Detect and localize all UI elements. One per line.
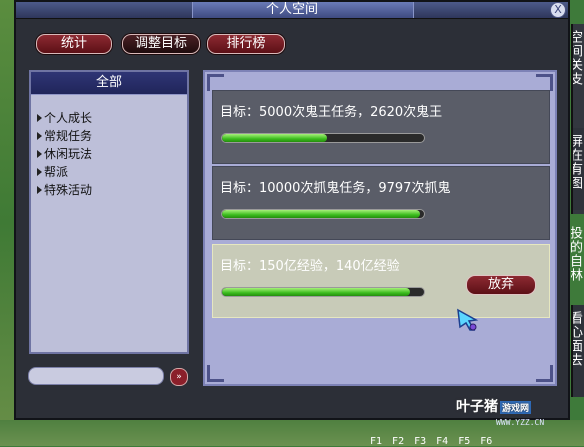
- hotkey-f2[interactable]: F2: [392, 436, 404, 447]
- tab-leaderboard[interactable]: 排行榜: [207, 34, 285, 54]
- hotkey-f5[interactable]: F5: [458, 436, 470, 447]
- title-bar[interactable]: 个人空间 X: [16, 2, 568, 19]
- cursor-pointer-icon: [457, 308, 479, 331]
- expand-arrow-icon: [37, 132, 42, 140]
- category-item-regular-tasks[interactable]: 常规任务: [37, 127, 187, 145]
- category-label: 个人成长: [44, 111, 93, 125]
- hotkey-f6[interactable]: F6: [480, 436, 492, 447]
- category-label: 帮派: [44, 165, 69, 179]
- abandon-button[interactable]: 放弃: [466, 275, 536, 295]
- goal-card[interactable]: 目标：10000次抓鬼任务，9797次抓鬼: [212, 166, 550, 240]
- corner-ornament: [536, 74, 553, 91]
- tab-adjust-goals[interactable]: 调整目标: [122, 34, 200, 54]
- game-world-left: [0, 0, 14, 446]
- goal-progress-bar: [221, 133, 425, 143]
- category-label: 常规任务: [44, 129, 93, 143]
- watermark-badge: 游戏网: [500, 400, 532, 414]
- hotkey-bar: F1 F2 F3 F4 F5 F6: [370, 436, 584, 447]
- close-button[interactable]: X: [550, 2, 566, 18]
- expand-arrow-icon: [37, 168, 42, 176]
- goal-card[interactable]: 目标：5000次鬼王任务，2620次鬼王: [212, 90, 550, 164]
- goal-progress-bar: [221, 287, 425, 297]
- expand-arrow-icon: [37, 150, 42, 158]
- hotkey-f3[interactable]: F3: [414, 436, 426, 447]
- goals-panel: 目标：5000次鬼王任务，2620次鬼王 目标：10000次抓鬼任务，9797次…: [203, 70, 557, 386]
- watermark-brand: 叶子猪: [456, 399, 498, 415]
- search-button[interactable]: »: [170, 368, 188, 386]
- category-item-leisure[interactable]: 休闲玩法: [37, 145, 187, 163]
- goal-progress-bar: [221, 209, 425, 219]
- category-panel: 全部 个人成长 常规任务 休闲玩法 帮派 特殊活动: [29, 70, 189, 354]
- category-label: 休闲玩法: [44, 147, 93, 161]
- category-item-special-events[interactable]: 特殊活动: [37, 181, 187, 199]
- side-window-3[interactable]: 投的自林: [571, 220, 584, 300]
- goal-progress-fill: [222, 210, 420, 218]
- hotkey-f1[interactable]: F1: [370, 436, 382, 447]
- goal-progress-fill: [222, 288, 410, 296]
- personal-space-window: 个人空间 X 统计 调整目标 排行榜 全部 个人成长 常规任务 休闲玩法 帮派: [14, 0, 570, 420]
- tab-statistics[interactable]: 统计: [36, 34, 112, 54]
- search-input[interactable]: [28, 367, 164, 385]
- watermark-logo: 叶子猪 游戏网: [456, 396, 532, 416]
- expand-arrow-icon: [37, 114, 42, 122]
- goal-card-selected[interactable]: 目标：150亿经验，140亿经验 放弃: [212, 244, 550, 318]
- corner-ornament: [536, 365, 553, 382]
- goal-text: 目标：150亿经验，140亿经验: [220, 259, 400, 274]
- watermark-url: WWW.YZZ.CN: [496, 418, 545, 427]
- expand-arrow-icon: [37, 186, 42, 194]
- goal-text: 目标：5000次鬼王任务，2620次鬼王: [220, 105, 443, 120]
- window-title: 个人空间: [265, 2, 318, 17]
- corner-ornament: [207, 74, 224, 91]
- goal-text: 目标：10000次抓鬼任务，9797次抓鬼: [220, 181, 451, 196]
- corner-ornament: [207, 365, 224, 382]
- category-item-personal-growth[interactable]: 个人成长: [37, 109, 187, 127]
- side-window-2[interactable]: 屏在有图: [571, 128, 584, 210]
- category-item-guild[interactable]: 帮派: [37, 163, 187, 181]
- goal-progress-fill: [222, 134, 328, 142]
- hotkey-f4[interactable]: F4: [436, 436, 448, 447]
- side-window-4[interactable]: 看心面去: [571, 305, 584, 397]
- category-list: 个人成长 常规任务 休闲玩法 帮派 特殊活动: [31, 95, 187, 199]
- category-header-all[interactable]: 全部: [31, 72, 187, 95]
- category-label: 特殊活动: [44, 183, 93, 197]
